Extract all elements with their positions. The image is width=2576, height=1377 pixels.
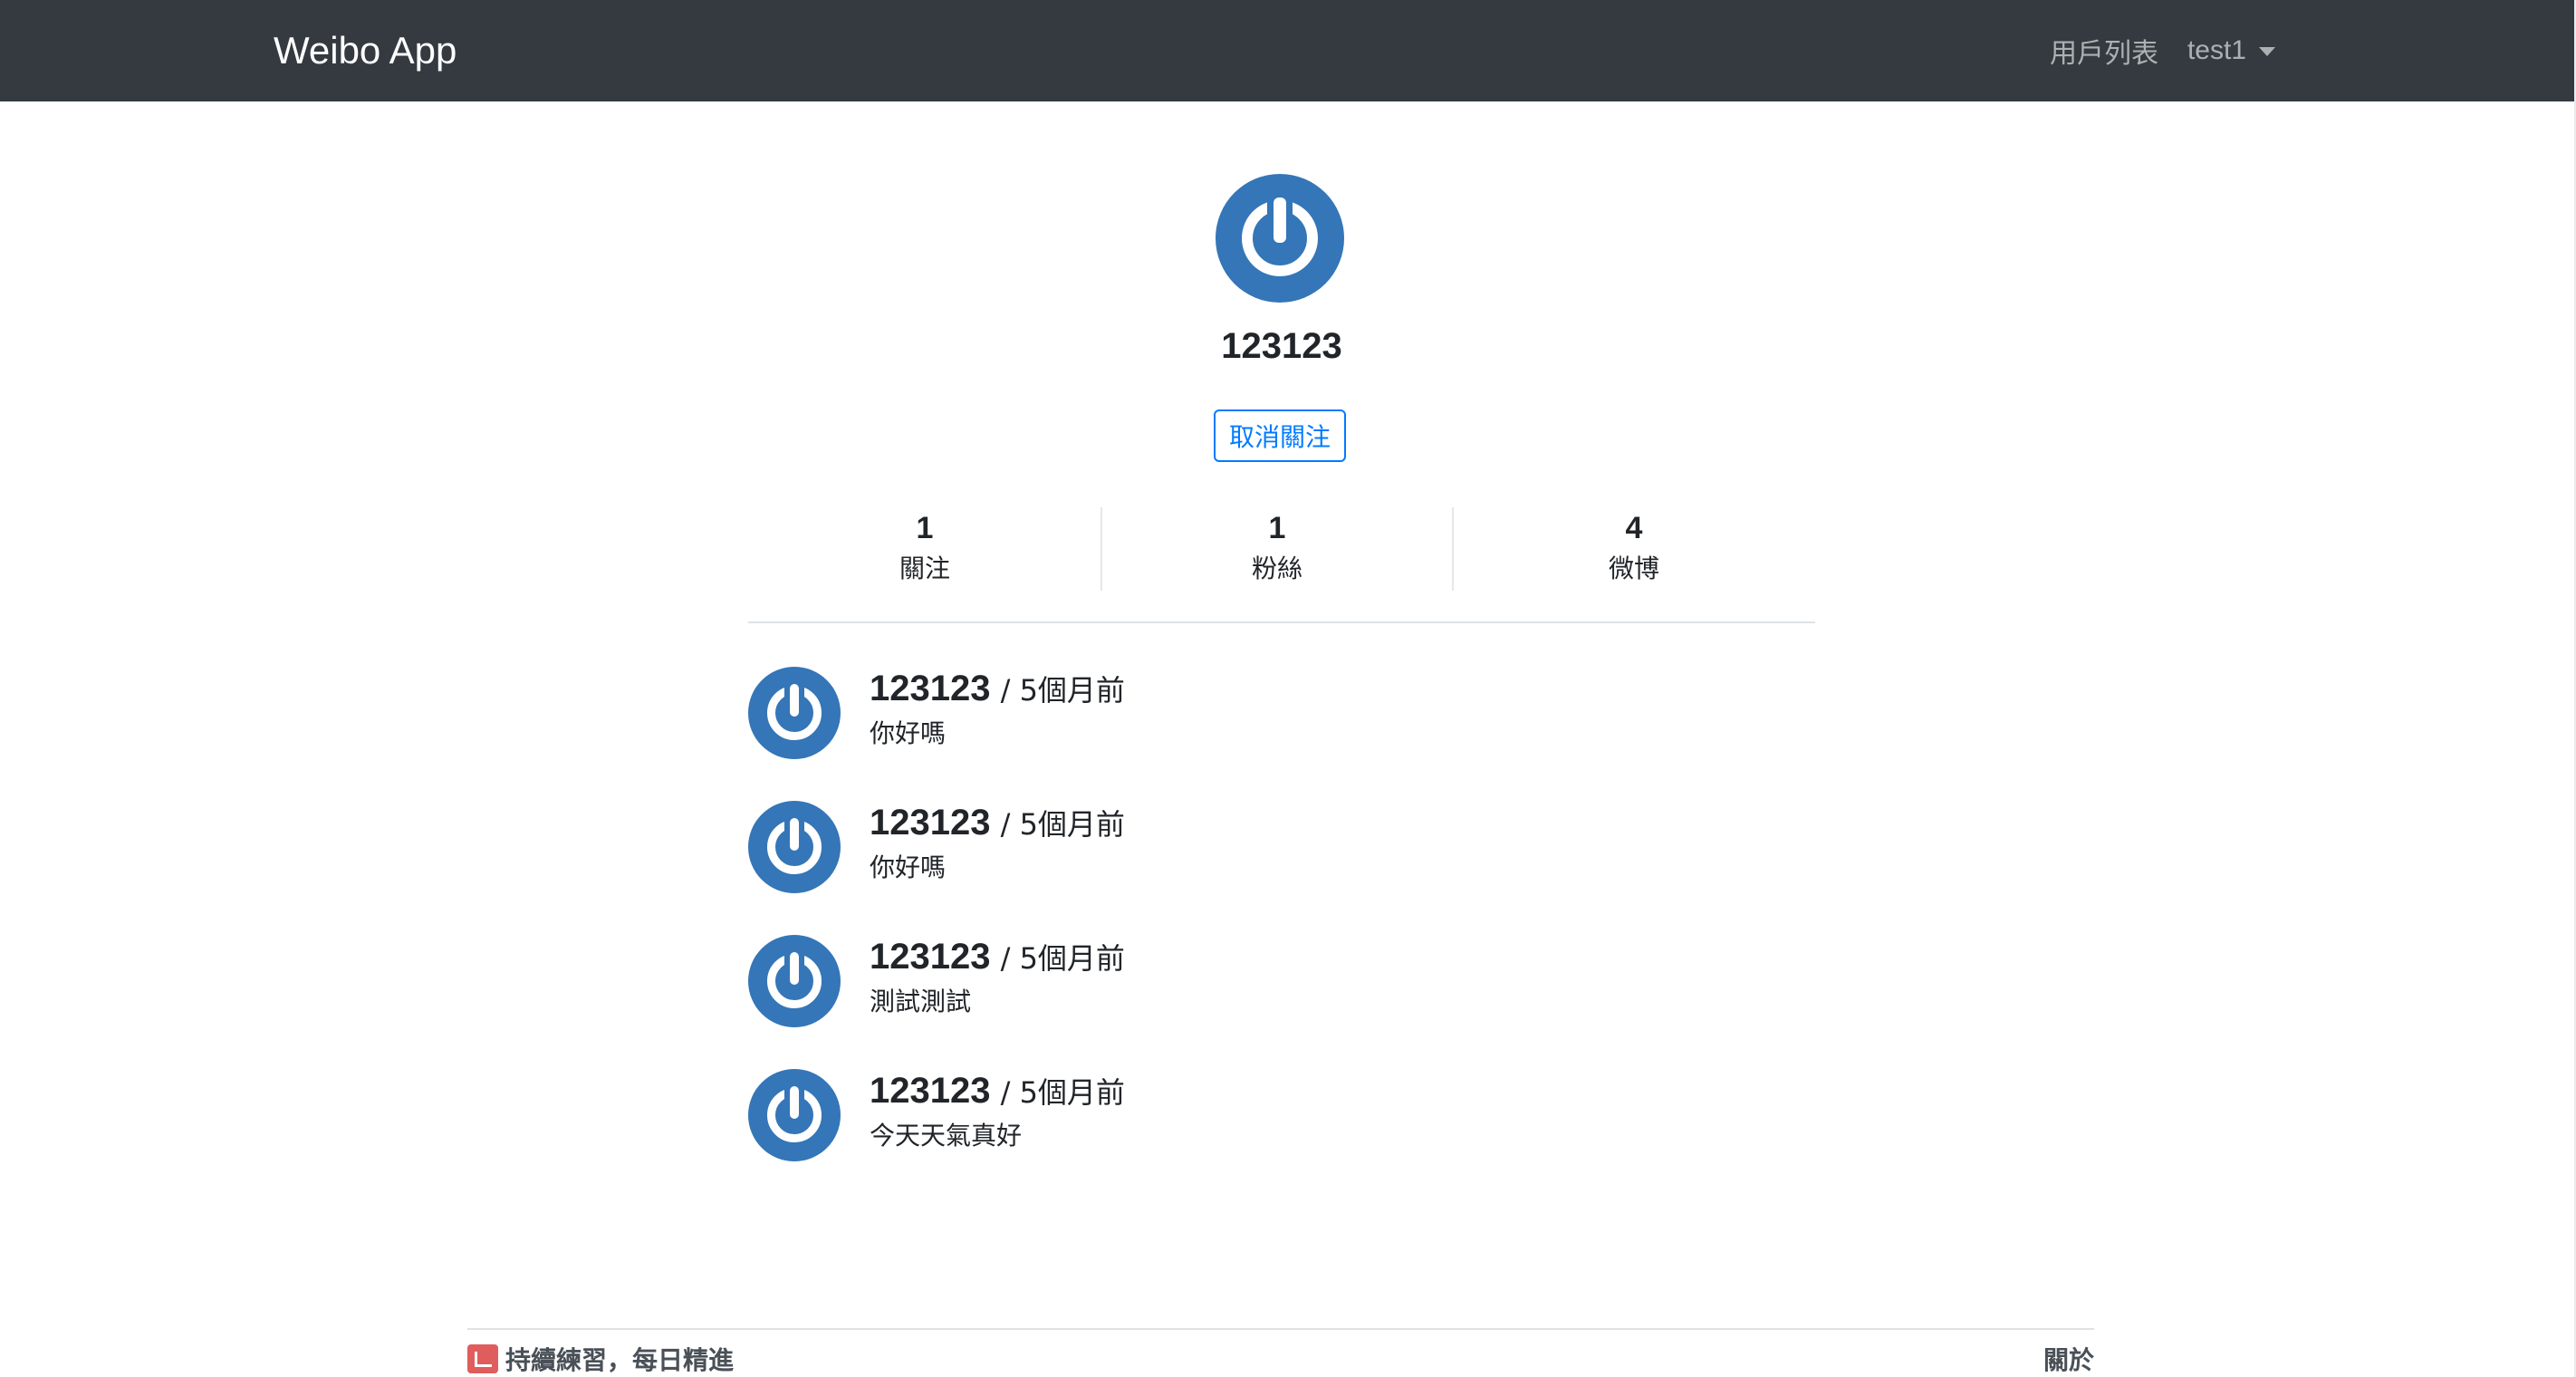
power-icon-stem (790, 952, 799, 985)
power-icon-stem (790, 1086, 799, 1119)
feed-avatar[interactable] (748, 667, 841, 759)
feed-content: 你好嗎 (870, 718, 947, 748)
feed-content: 今天天氣真好 (870, 1121, 1023, 1151)
feed-item-header: 123123 / 5個月前 (870, 799, 1125, 848)
brand-link[interactable]: Weibo App (274, 25, 457, 76)
stat-statuses[interactable]: 4 微博 (1453, 507, 1815, 591)
feed-time: / 5個月前 (1000, 807, 1125, 842)
feed-item: 123123 / 5個月前 今天天氣真好 (748, 1067, 1815, 1167)
feed-avatar[interactable] (748, 935, 841, 1027)
profile-stats: 1 關注 1 粉絲 4 微博 (748, 507, 1815, 621)
feed-content: 測試測試 (870, 987, 972, 1016)
feed-time: / 5個月前 (1000, 941, 1125, 976)
feed-time: / 5個月前 (1000, 1075, 1125, 1110)
feed-avatar[interactable] (748, 801, 841, 893)
feed-item-header: 123123 / 5個月前 (870, 1067, 1125, 1116)
feed-avatar[interactable] (748, 1069, 841, 1161)
laravel-logo-icon (467, 1344, 498, 1373)
stat-statuses-count: 4 (1625, 511, 1643, 545)
feed-author-link[interactable]: 123123 (870, 1071, 990, 1111)
power-icon-stem (790, 818, 799, 851)
footer-about-link[interactable]: 關於 (2043, 1341, 2094, 1377)
stat-following-label: 關注 (899, 554, 950, 583)
power-icon-stem (1274, 197, 1286, 243)
profile-avatar (1216, 174, 1344, 303)
stat-following[interactable]: 1 關注 (748, 507, 1101, 591)
feed-item-header: 123123 / 5個月前 (870, 933, 1125, 982)
profile-name: 123123 (1221, 326, 1342, 366)
feed-author-link[interactable]: 123123 (870, 937, 990, 977)
feed-item: 123123 / 5個月前 測試測試 (748, 933, 1815, 1033)
feed-content: 你好嗎 (870, 852, 947, 882)
stat-statuses-label: 微博 (1608, 554, 1659, 583)
feed-item-header: 123123 / 5個月前 (870, 665, 1125, 714)
feed-time: / 5個月前 (1000, 673, 1125, 708)
footer-divider (467, 1328, 2094, 1330)
feed-item: 123123 / 5個月前 你好嗎 (748, 799, 1815, 899)
footer-slogan: 持續練習，每日精進 (505, 1345, 735, 1375)
power-icon-stem (790, 684, 799, 717)
chevron-down-icon (2259, 47, 2275, 57)
user-dropdown-toggle[interactable]: test1 (2187, 35, 2275, 66)
unfollow-button[interactable]: 取消關注 (1214, 409, 1346, 462)
stat-followers-count: 1 (1268, 511, 1286, 545)
top-navbar: Weibo App 用戶列表 test1 (0, 0, 2576, 101)
nav-link-users[interactable]: 用戶列表 (2050, 31, 2158, 71)
feed-author-link[interactable]: 123123 (870, 669, 990, 708)
user-dropdown-label: test1 (2187, 35, 2246, 65)
feed-author-link[interactable]: 123123 (870, 803, 990, 843)
navbar-right: 用戶列表 test1 (2050, 25, 2275, 76)
stat-followers-label: 粉絲 (1251, 554, 1302, 583)
stats-divider-line (748, 621, 1815, 623)
footer-left: 持續練習，每日精進 (467, 1341, 734, 1377)
stat-followers[interactable]: 1 粉絲 (1101, 507, 1453, 591)
stat-following-count: 1 (916, 511, 934, 545)
feed-item: 123123 / 5個月前 你好嗎 (748, 665, 1815, 765)
